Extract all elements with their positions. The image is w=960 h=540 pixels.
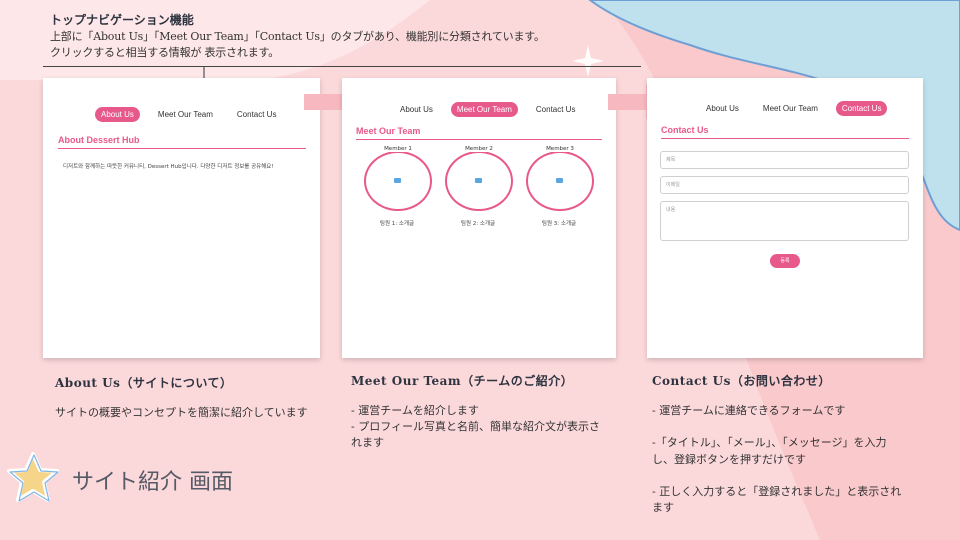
note-title: トップナビゲーション機能 (50, 13, 194, 27)
star-icon (7, 452, 59, 502)
about-divider (58, 148, 306, 149)
top-nav: About Us Meet Our Team Contact Us (700, 101, 888, 116)
tab-meet-our-team[interactable]: Meet Our Team (757, 101, 824, 116)
member-card: Member 3 (526, 146, 594, 211)
note-line-2: クリックすると相当する情報が 表示されます。 (50, 46, 279, 59)
about-text: 디저트와 함께하는 따뜻한 커뮤니티, Dessert Hub입니다. 다양한 … (63, 164, 274, 170)
tab-contact-us[interactable]: Contact Us (835, 101, 888, 116)
tab-contact-us[interactable]: Contact Us (231, 107, 283, 122)
member-caption: 팀원 2: 소개글 (460, 221, 496, 227)
contact-column-line: - 正しく入力すると「登録されました」と表示され (652, 485, 902, 498)
member-card: Member 1 (364, 146, 432, 211)
member-label: Member 3 (544, 146, 576, 152)
contact-column-line: ます (652, 501, 674, 514)
top-nav: About Us Meet Our Team Contact Us (95, 107, 282, 122)
note-divider (43, 66, 641, 67)
about-title: About Dessert Hub (58, 135, 140, 145)
contact-title: Contact Us (661, 125, 709, 135)
about-column-title: About Us（サイトについて） (55, 376, 233, 390)
team-divider (356, 139, 602, 140)
email-input[interactable]: 이메일 (660, 176, 909, 194)
member-caption: 팀원 1: 소개글 (379, 221, 415, 227)
member-card: Member 2 (445, 146, 513, 211)
tab-contact-us[interactable]: Contact Us (530, 102, 582, 117)
title-input[interactable]: 제목 (660, 151, 909, 169)
profile-photo (475, 178, 482, 183)
profile-photo (394, 178, 401, 183)
message-textarea[interactable]: 내용 (660, 201, 909, 241)
team-column-line: れます (351, 436, 384, 449)
team-column-line: - プロフィール写真と名前、簡単な紹介文が表示さ (351, 420, 600, 433)
page-title: サイト紹介 画面 (72, 470, 233, 495)
contact-column-line: し、登録ボタンを押すだけです (652, 453, 806, 466)
tab-about-us[interactable]: About Us (394, 102, 439, 117)
about-column-body: サイトの概要やコンセプトを簡潔に紹介しています (55, 406, 308, 419)
contact-panel: About Us Meet Our Team Contact Us Contac… (647, 78, 923, 358)
contact-column-line: -「タイトル」、「メール」、「メッセージ」を入力 (652, 436, 887, 449)
submit-button[interactable]: 등록 (770, 254, 800, 268)
team-column-line: - 運営チームを紹介します (351, 404, 479, 417)
team-panel: About Us Meet Our Team Contact Us Meet O… (342, 78, 616, 358)
note-line-1: 上部に「About Us」「Meet Our Team」「Contact Us」… (50, 30, 545, 43)
top-nav: About Us Meet Our Team Contact Us (394, 102, 581, 117)
member-label: Member 2 (463, 146, 495, 152)
member-caption: 팀원 3: 소개글 (541, 221, 577, 227)
tab-about-us[interactable]: About Us (700, 101, 745, 116)
contact-column-title: Contact Us（お問い合わせ） (652, 374, 831, 388)
tab-about-us[interactable]: About Us (95, 107, 140, 122)
team-title: Meet Our Team (356, 126, 421, 136)
contact-column-line: - 運営チームに連絡できるフォームです (652, 404, 846, 417)
profile-photo (556, 178, 563, 183)
contact-divider (661, 138, 909, 139)
member-label: Member 1 (382, 146, 414, 152)
tab-meet-our-team[interactable]: Meet Our Team (152, 107, 219, 122)
tab-meet-our-team[interactable]: Meet Our Team (450, 102, 518, 117)
about-panel: About Us Meet Our Team Contact Us About … (43, 78, 320, 358)
team-column-title: Meet Our Team（チームのご紹介） (351, 374, 574, 388)
